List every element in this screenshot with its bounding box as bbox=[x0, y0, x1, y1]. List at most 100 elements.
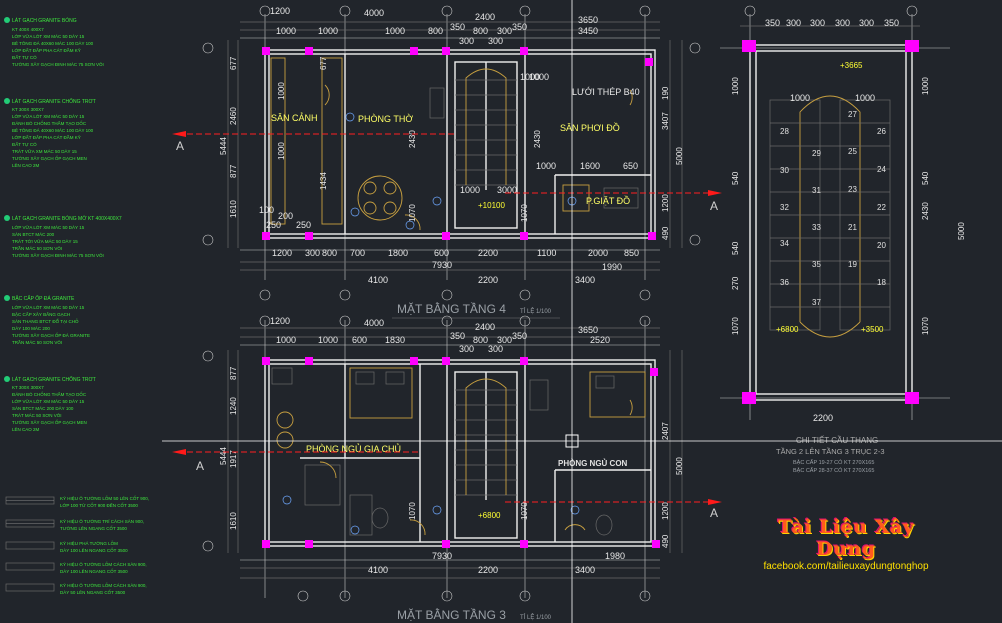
svg-text:BẬC CẤP XÂY BẰNG GẠCH: BẬC CẤP XÂY BẰNG GẠCH bbox=[12, 310, 70, 317]
plan4-scale: TỈ LỆ 1/100 bbox=[520, 307, 552, 315]
svg-text:LỚP VỮA LÓT XM MÁC 50 DÀY 15: LỚP VỮA LÓT XM MÁC 50 DÀY 15 bbox=[12, 113, 85, 119]
svg-text:2407: 2407 bbox=[661, 422, 670, 440]
svg-text:SÀN BTCT MÁC 200: SÀN BTCT MÁC 200 bbox=[12, 231, 55, 237]
svg-text:5444: 5444 bbox=[219, 447, 228, 465]
svg-text:350: 350 bbox=[512, 22, 527, 32]
svg-text:2430: 2430 bbox=[408, 130, 417, 148]
svg-text:7930: 7930 bbox=[432, 551, 452, 561]
svg-text:4000: 4000 bbox=[364, 318, 384, 328]
svg-text:1434: 1434 bbox=[319, 172, 328, 190]
svg-text:650: 650 bbox=[623, 161, 638, 171]
svg-text:1070: 1070 bbox=[520, 204, 529, 222]
svg-text:LÊN CAO 2M: LÊN CAO 2M bbox=[12, 425, 40, 432]
plan3-title: MẶT BẰNG TẦNG 3 bbox=[397, 607, 506, 622]
section-mark-a-p3: A bbox=[196, 459, 204, 473]
svg-text:TƯỜNG XÂY GẠCH ĐINH MÁC 75 SƠN: TƯỜNG XÂY GẠCH ĐINH MÁC 75 SƠN VÔI bbox=[12, 61, 104, 67]
svg-text:DÀY 100 LÊN NGANG CỐT 3500: DÀY 100 LÊN NGANG CỐT 3500 bbox=[60, 546, 128, 553]
svg-text:37: 37 bbox=[812, 298, 821, 307]
svg-text:2200: 2200 bbox=[478, 275, 498, 285]
svg-text:2000: 2000 bbox=[588, 248, 608, 258]
stair-level-2: +6800 bbox=[776, 325, 799, 334]
svg-text:32: 32 bbox=[780, 203, 789, 212]
svg-text:KT 300X 300X7: KT 300X 300X7 bbox=[12, 385, 44, 390]
svg-text:250: 250 bbox=[266, 220, 281, 230]
svg-text:28: 28 bbox=[780, 127, 789, 136]
svg-text:5444: 5444 bbox=[219, 137, 228, 155]
svg-text:300: 300 bbox=[488, 344, 503, 354]
svg-text:BÊ TÔNG ĐÁ 40X60 MÁC 100 DÀY 1: BÊ TÔNG ĐÁ 40X60 MÁC 100 DÀY 100 bbox=[12, 39, 94, 46]
svg-text:LÁT GẠCH GRANITE BÓNG MỜ KT 40: LÁT GẠCH GRANITE BÓNG MỜ KT 400X400X7 bbox=[12, 215, 122, 222]
legend-note-4: BẬC CẤP ỐP ĐÁ GRANITE LỚP VỮA LÓT XM MÁC… bbox=[4, 295, 90, 345]
legend-note-5: LÁT GẠCH GRANITE CHỐNG TRƠT KT 300X 300X… bbox=[4, 376, 96, 432]
svg-text:KT 400X 400X7: KT 400X 400X7 bbox=[12, 27, 44, 32]
svg-text:490: 490 bbox=[661, 534, 670, 548]
svg-text:1800: 1800 bbox=[388, 248, 408, 258]
svg-text:300: 300 bbox=[488, 36, 503, 46]
svg-text:LÁT GẠCH GRANITE CHỐNG TRƠT: LÁT GẠCH GRANITE CHỐNG TRƠT bbox=[12, 98, 96, 105]
brand-watermark: Tài Liệu Xây Dựng facebook.com/tailieuxa… bbox=[746, 516, 946, 572]
svg-text:2460: 2460 bbox=[229, 107, 238, 125]
svg-text:1990: 1990 bbox=[602, 262, 622, 272]
stair-columns bbox=[742, 40, 919, 404]
svg-text:34: 34 bbox=[780, 239, 789, 248]
svg-text:KÝ HIỆU Ô TƯỜNG LỖM CÁCH SÀN 9: KÝ HIỆU Ô TƯỜNG LỖM CÁCH SÀN 900, bbox=[60, 560, 147, 567]
svg-text:1000: 1000 bbox=[731, 77, 740, 95]
svg-text:BẬC CẤP ỐP ĐÁ GRANITE: BẬC CẤP ỐP ĐÁ GRANITE bbox=[12, 295, 75, 302]
svg-text:LÁT GẠCH GRANITE CHỐNG TRƠT: LÁT GẠCH GRANITE CHỐNG TRƠT bbox=[12, 376, 96, 383]
svg-text:27: 27 bbox=[848, 110, 857, 119]
svg-text:LỚP ĐẤT ĐẮP PHA CÁT ĐẦM KỸ: LỚP ĐẤT ĐẮP PHA CÁT ĐẦM KỸ bbox=[12, 133, 81, 140]
svg-text:SÀN THANG BTCT ĐỔ TẠI CHỖ: SÀN THANG BTCT ĐỔ TẠI CHỖ bbox=[12, 318, 79, 324]
svg-text:25: 25 bbox=[848, 147, 857, 156]
wall-symbol-notes: KÝ HIỆU Ô TƯỜNG LỖM 50 LÊN CỐT 900, LỚP … bbox=[5, 494, 149, 595]
svg-text:490: 490 bbox=[661, 226, 670, 240]
svg-text:540: 540 bbox=[731, 241, 740, 255]
svg-text:2400: 2400 bbox=[475, 12, 495, 22]
svg-text:1000: 1000 bbox=[385, 26, 405, 36]
svg-text:2520: 2520 bbox=[590, 335, 610, 345]
svg-text:TƯỜNG LÊN NGANG CỐT 3500: TƯỜNG LÊN NGANG CỐT 3500 bbox=[60, 524, 127, 531]
svg-text:TRÁT VỮA XM MÁC 50 DÀY 15: TRÁT VỮA XM MÁC 50 DÀY 15 bbox=[12, 148, 77, 154]
bottom-dims-plan3: 7930 1980 4100 2200 3400 bbox=[368, 551, 625, 575]
svg-text:LỚP VỮA LÓT XM MÁC 50 DÀY 15: LỚP VỮA LÓT XM MÁC 50 DÀY 15 bbox=[12, 304, 85, 310]
stair-level-1: +3665 bbox=[840, 61, 863, 70]
section-mark-a: A bbox=[176, 139, 184, 153]
svg-text:29: 29 bbox=[812, 149, 821, 158]
svg-text:2430: 2430 bbox=[533, 130, 542, 148]
svg-text:350: 350 bbox=[450, 331, 465, 341]
svg-text:1240: 1240 bbox=[229, 397, 238, 415]
legend: LÁT GẠCH GRANITE BÓNG KT 400X 400X7 LỚP … bbox=[4, 17, 149, 595]
svg-text:TRÁT TỚI VỮA MÁC 50 DÀY 15: TRÁT TỚI VỮA MÁC 50 DÀY 15 bbox=[12, 238, 78, 244]
svg-text:1610: 1610 bbox=[229, 200, 238, 218]
svg-text:700: 700 bbox=[350, 248, 365, 258]
label-luoi-thep: LƯỚI THÉP B40 bbox=[572, 87, 640, 97]
svg-text:1980: 1980 bbox=[605, 551, 625, 561]
svg-text:36: 36 bbox=[780, 278, 789, 287]
svg-text:1000: 1000 bbox=[460, 185, 480, 195]
svg-text:LỚP ĐẤT ĐẮP PHA CÁT ĐẦM KỸ: LỚP ĐẤT ĐẮP PHA CÁT ĐẦM KỸ bbox=[12, 46, 81, 53]
svg-text:DÀY 100 LÊN NGANG CỐT 3500: DÀY 100 LÊN NGANG CỐT 3500 bbox=[60, 567, 128, 574]
svg-text:877: 877 bbox=[229, 164, 238, 178]
svg-text:1000: 1000 bbox=[921, 77, 930, 95]
svg-text:30: 30 bbox=[780, 166, 789, 175]
vertical-dims-plan3: 877 1240 5444 1917 1610 1070 2407 5000 1… bbox=[219, 366, 684, 548]
svg-text:4100: 4100 bbox=[368, 275, 388, 285]
svg-text:31: 31 bbox=[812, 186, 821, 195]
svg-text:300: 300 bbox=[859, 18, 874, 28]
svg-text:TRÁT MÁC 50 SƠN VÔI: TRÁT MÁC 50 SƠN VÔI bbox=[12, 412, 62, 418]
svg-text:300: 300 bbox=[835, 18, 850, 28]
legend-note-2: LÁT GẠCH GRANITE CHỐNG TRƠT KT 300X 300X… bbox=[4, 98, 96, 168]
svg-text:1070: 1070 bbox=[731, 317, 740, 335]
svg-text:LỚP VỮA LÓT XM MÁC 50 DÀY 15: LỚP VỮA LÓT XM MÁC 50 DÀY 15 bbox=[12, 224, 85, 230]
svg-text:1000: 1000 bbox=[318, 335, 338, 345]
svg-text:KT 300X 300X7: KT 300X 300X7 bbox=[12, 107, 44, 112]
svg-text:18: 18 bbox=[877, 278, 886, 287]
svg-text:300: 300 bbox=[497, 26, 512, 36]
svg-text:KÝ HIỆU Ô TƯỜNG LỖM 50 LÊN CỐT: KÝ HIỆU Ô TƯỜNG LỖM 50 LÊN CỐT 900, bbox=[60, 494, 149, 501]
svg-text:1000: 1000 bbox=[318, 26, 338, 36]
svg-text:3407: 3407 bbox=[661, 112, 670, 130]
floor-plan-4: SÂN CẢNH PHÒNG THỜ SÂN PHƠI ĐỒ LƯỚI THÉP… bbox=[172, 5, 722, 319]
svg-text:LÊN CAO 2M: LÊN CAO 2M bbox=[12, 161, 40, 168]
stair-subtitle: TẦNG 2 LÊN TẦNG 3 TRỤC 2-3 bbox=[776, 446, 885, 456]
svg-text:24: 24 bbox=[877, 165, 886, 174]
svg-text:TƯỜNG XÂY GẠCH ỐP GẠCH MEN: TƯỜNG XÂY GẠCH ỐP GẠCH MEN bbox=[12, 419, 87, 425]
